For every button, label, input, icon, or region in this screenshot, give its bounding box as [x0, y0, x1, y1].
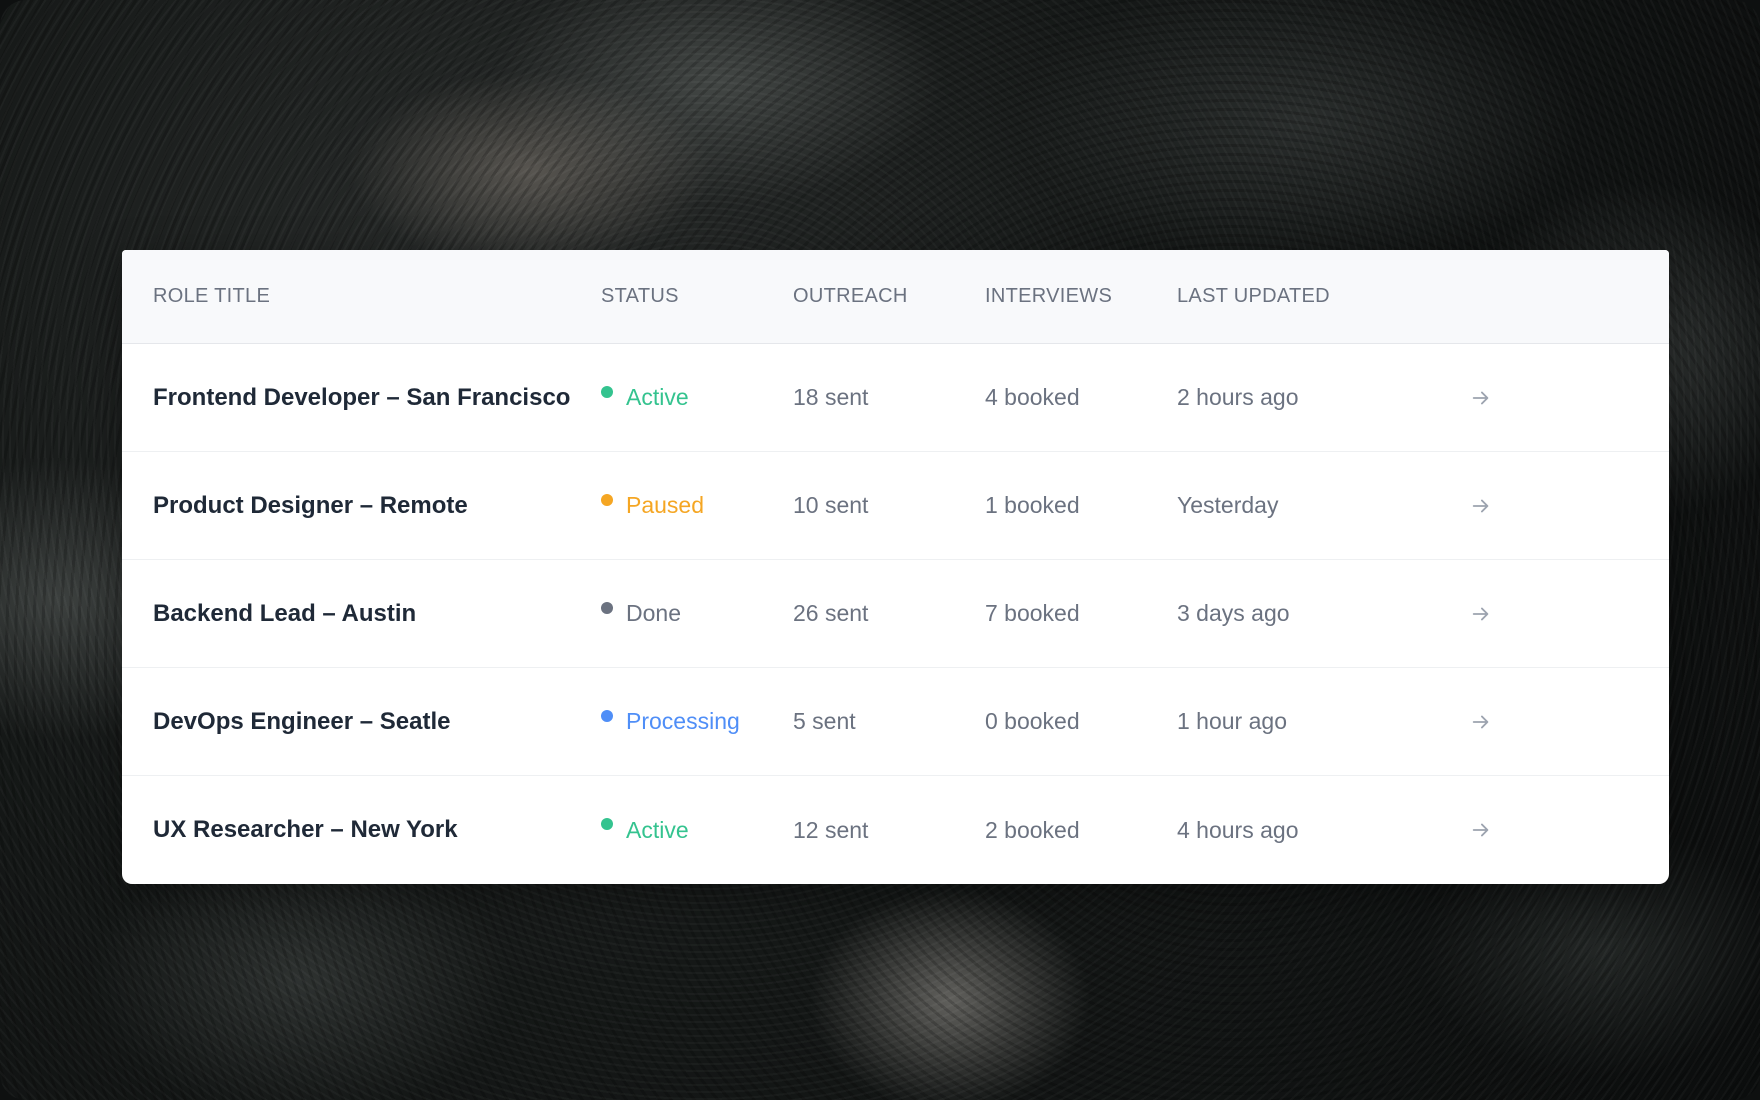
role-title: Product Designer – Remote: [153, 491, 468, 519]
table-row[interactable]: Frontend Developer – San Francisco Activ…: [122, 344, 1669, 452]
status-dot-icon: [601, 709, 613, 722]
interviews-count: 0 booked: [985, 708, 1080, 734]
table-row[interactable]: Product Designer – Remote Paused 10 sent…: [122, 452, 1669, 560]
column-header-last-updated[interactable]: LAST UPDATED: [1177, 285, 1470, 308]
status-label: Active: [626, 816, 689, 843]
last-updated: 3 days ago: [1177, 600, 1290, 626]
status-dot-icon: [601, 385, 613, 398]
outreach-count: 18 sent: [793, 384, 869, 410]
column-header-status[interactable]: STATUS: [601, 285, 793, 308]
role-title: Backend Lead – Austin: [153, 599, 417, 627]
arrow-right-icon[interactable]: [1470, 387, 1492, 409]
role-title: Frontend Developer – San Francisco: [153, 383, 571, 411]
arrow-right-icon[interactable]: [1470, 603, 1492, 625]
outreach-count: 12 sent: [793, 816, 869, 843]
table-row[interactable]: UX Researcher – New York Active 12 sent …: [122, 776, 1669, 884]
status-badge: Paused: [601, 492, 793, 519]
open-row-button[interactable]: [1470, 387, 1530, 409]
last-updated: 4 hours ago: [1177, 816, 1299, 843]
status-label: Active: [626, 384, 689, 410]
arrow-right-icon[interactable]: [1470, 819, 1492, 841]
outreach-count: 5 sent: [793, 708, 856, 734]
status-dot-icon: [601, 493, 613, 506]
outreach-count: 10 sent: [793, 492, 869, 518]
role-title: DevOps Engineer – Seatle: [153, 707, 451, 735]
interviews-count: 7 booked: [985, 600, 1080, 626]
last-updated: Yesterday: [1177, 492, 1279, 518]
table-header: ROLE TITLE STATUS OUTREACH INTERVIEWS LA…: [122, 250, 1669, 344]
status-dot-icon: [601, 818, 613, 830]
column-header-role-title[interactable]: ROLE TITLE: [122, 285, 601, 308]
last-updated: 1 hour ago: [1177, 708, 1287, 734]
open-row-button[interactable]: [1470, 603, 1530, 625]
column-header-outreach[interactable]: OUTREACH: [793, 285, 985, 308]
last-updated: 2 hours ago: [1177, 384, 1299, 410]
table-row[interactable]: DevOps Engineer – Seatle Processing 5 se…: [122, 668, 1669, 776]
open-row-button[interactable]: [1470, 495, 1530, 517]
status-badge: Done: [601, 600, 793, 627]
role-title: UX Researcher – New York: [153, 816, 458, 843]
outreach-count: 26 sent: [793, 600, 869, 626]
status-badge: Processing: [601, 708, 793, 735]
status-badge: Active: [601, 817, 793, 844]
status-label: Done: [626, 600, 681, 626]
arrow-right-icon[interactable]: [1470, 711, 1492, 733]
status-label: Paused: [626, 492, 705, 518]
interviews-count: 2 booked: [985, 816, 1080, 843]
open-row-button[interactable]: [1470, 711, 1530, 733]
roles-table: ROLE TITLE STATUS OUTREACH INTERVIEWS LA…: [122, 250, 1669, 884]
status-badge: Active: [601, 384, 793, 411]
column-header-interviews[interactable]: INTERVIEWS: [985, 285, 1177, 308]
interviews-count: 4 booked: [985, 384, 1080, 410]
open-row-button[interactable]: [1470, 819, 1530, 841]
status-label: Processing: [626, 708, 740, 734]
arrow-right-icon[interactable]: [1470, 495, 1492, 517]
interviews-count: 1 booked: [985, 492, 1080, 518]
table-row[interactable]: Backend Lead – Austin Done 26 sent 7 boo…: [122, 560, 1669, 668]
status-dot-icon: [601, 601, 613, 614]
